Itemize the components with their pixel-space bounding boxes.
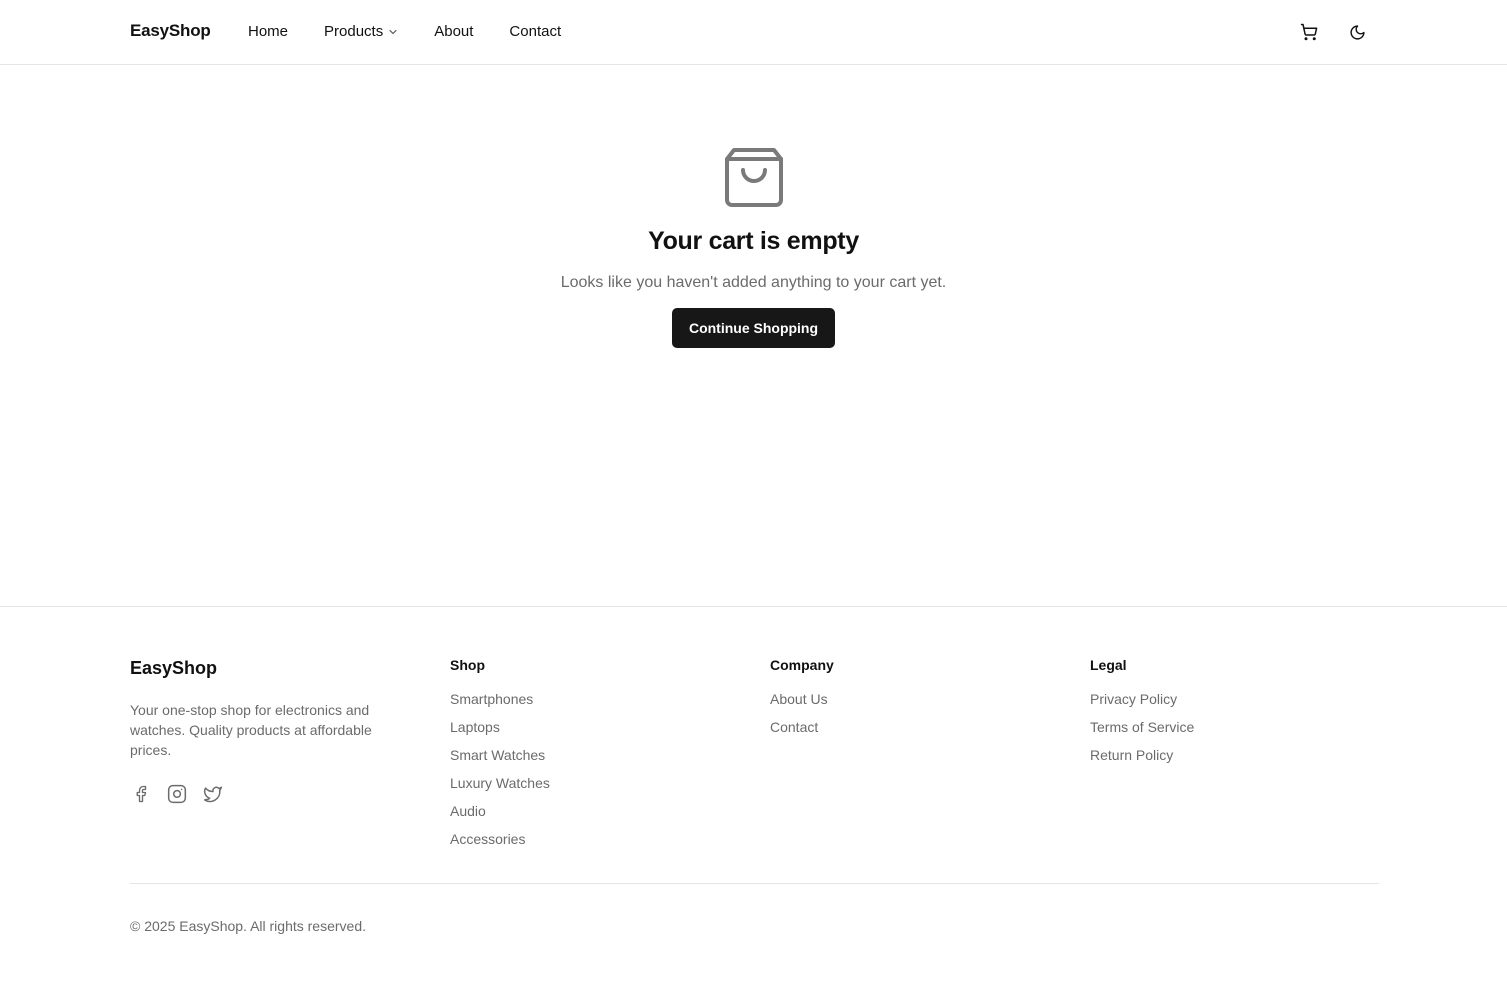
nav-about[interactable]: About <box>434 23 473 40</box>
footer-link[interactable]: Laptops <box>450 717 550 745</box>
footer-col-title: Legal <box>1090 657 1127 673</box>
brand-logo[interactable]: EasyShop <box>130 21 211 41</box>
footer-col-title: Shop <box>450 657 485 673</box>
instagram-icon[interactable] <box>166 783 188 805</box>
footer-link[interactable]: Smartphones <box>450 689 550 717</box>
nav-products[interactable]: Products <box>324 23 398 40</box>
empty-cart-title: Your cart is empty <box>648 227 859 255</box>
cart-icon[interactable] <box>1299 22 1319 42</box>
header-actions <box>1271 22 1367 42</box>
footer-link[interactable]: Contact <box>770 717 834 745</box>
footer-col-shop: Shop Smartphones Laptops Smart Watches L… <box>450 657 550 857</box>
nav-about-label: About <box>434 23 474 40</box>
footer-link[interactable]: Return Policy <box>1090 745 1194 773</box>
nav-contact-label: Contact <box>509 23 562 40</box>
footer-col-company: Company About Us Contact <box>770 657 834 745</box>
nav-home[interactable]: Home <box>248 23 288 40</box>
footer-col-title: Company <box>770 657 834 673</box>
nav-products-label: Products <box>324 23 384 40</box>
footer-brand[interactable]: EasyShop <box>130 658 217 679</box>
shopping-bag-icon <box>724 146 783 208</box>
social-links <box>130 783 238 805</box>
nav-contact[interactable]: Contact <box>509 23 561 40</box>
facebook-icon[interactable] <box>130 783 152 805</box>
footer-col-legal: Legal Privacy Policy Terms of Service Re… <box>1090 657 1194 773</box>
empty-cart: Your cart is empty Looks like you haven'… <box>0 146 1507 348</box>
footer-link[interactable]: Terms of Service <box>1090 717 1194 745</box>
footer-description: Your one-stop shop for electronics and w… <box>130 702 372 758</box>
moon-icon[interactable] <box>1347 22 1367 42</box>
footer-link[interactable]: Smart Watches <box>450 745 550 773</box>
site-footer: EasyShop Your one-stop shop for electron… <box>0 606 1507 984</box>
continue-shopping-button[interactable]: Continue Shopping <box>671 308 836 348</box>
footer-divider <box>130 883 1379 884</box>
footer-link[interactable]: Audio <box>450 801 550 829</box>
footer-link[interactable]: About Us <box>770 689 834 717</box>
footer-link[interactable]: Luxury Watches <box>450 773 550 801</box>
empty-cart-subtitle: Looks like you haven't added anything to… <box>560 274 947 291</box>
twitter-icon[interactable] <box>202 783 224 805</box>
copyright-text: © 2025 EasyShop. All rights reserved. <box>130 918 366 934</box>
chevron-down-icon <box>388 27 398 37</box>
nav-home-label: Home <box>248 23 289 40</box>
main-nav: Home Products About Contact <box>248 23 597 40</box>
footer-link[interactable]: Accessories <box>450 829 550 857</box>
footer-link[interactable]: Privacy Policy <box>1090 689 1194 717</box>
site-header: EasyShop Home Products About Contact <box>0 0 1507 65</box>
